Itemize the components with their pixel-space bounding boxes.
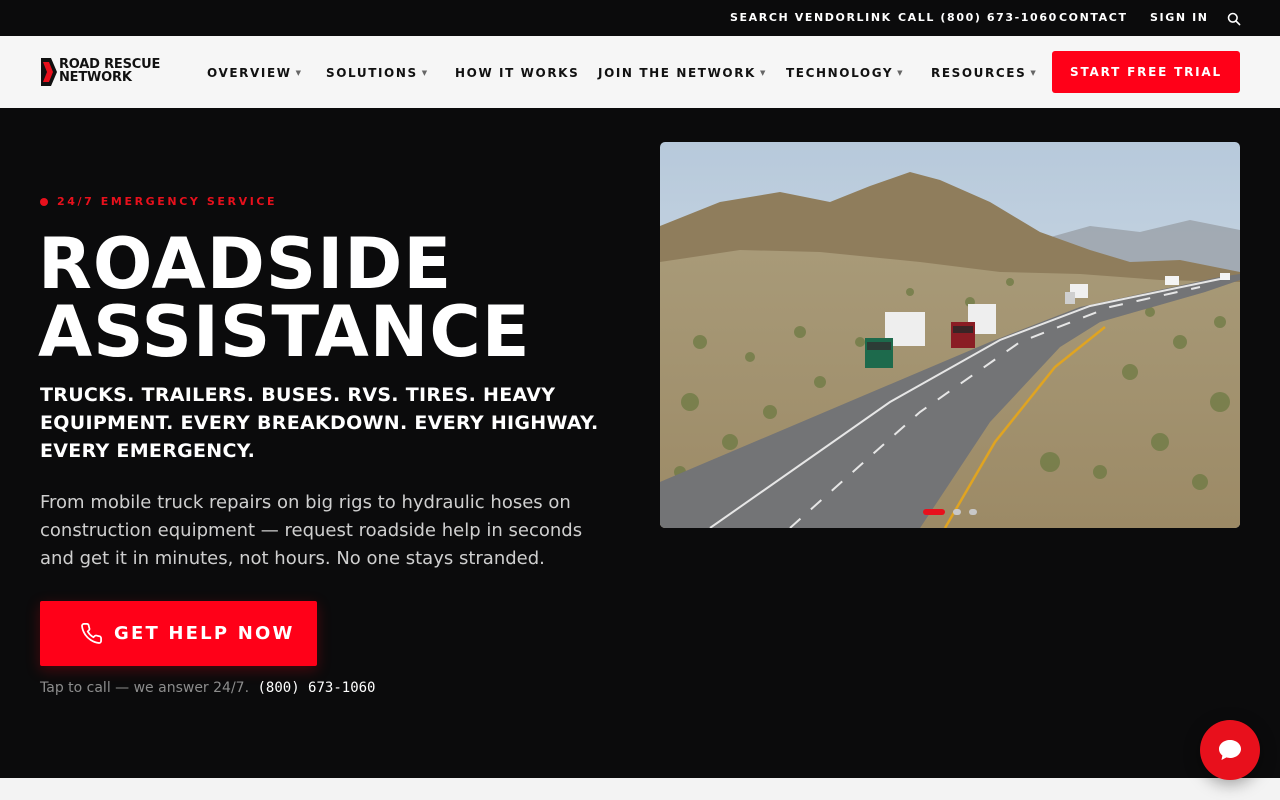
nav-how-it-works[interactable]: HOW IT WORKS bbox=[455, 66, 579, 80]
utility-bar: SEARCH VENDORLINK CALL (800) 673-1060 CO… bbox=[0, 0, 1280, 36]
get-help-now-label: GET HELP NOW bbox=[114, 623, 295, 644]
nav-how-it-works-label: HOW IT WORKS bbox=[455, 66, 580, 80]
nav-resources[interactable]: RESOURCES ▼ bbox=[931, 66, 1036, 80]
tap-to-call-line: Tap to call — we answer 24/7. (800) 673-… bbox=[40, 679, 376, 697]
logo-line-2: NETWORK bbox=[59, 70, 132, 85]
nav-resources-label: RESOURCES bbox=[931, 66, 1027, 80]
logo-mark-icon bbox=[41, 58, 57, 86]
road-rescue-logo[interactable]: ROAD RESCUE NETWORK bbox=[41, 58, 181, 86]
start-free-trial-button[interactable]: START FREE TRIAL bbox=[1052, 51, 1240, 93]
hero-carousel-image[interactable] bbox=[660, 142, 1240, 528]
chevron-down-icon: ▼ bbox=[421, 69, 428, 77]
page-title: ROADSIDE ASSISTANCE bbox=[38, 223, 638, 373]
headline-line-1: ROADSIDE bbox=[38, 223, 453, 305]
nav-overview[interactable]: OVERVIEW ▼ bbox=[207, 66, 301, 80]
tap-to-call-text: Tap to call — we answer 24/7. bbox=[40, 680, 250, 696]
phone-number-link[interactable]: (800) 673-1060 bbox=[257, 680, 375, 696]
call-link[interactable]: CALL (800) 673-1060 bbox=[898, 11, 1058, 25]
carousel-dot[interactable] bbox=[953, 509, 961, 515]
chevron-down-icon: ▼ bbox=[897, 69, 903, 77]
get-help-now-button[interactable]: GET HELP NOW bbox=[40, 601, 317, 666]
chat-bubble-icon bbox=[1219, 740, 1241, 760]
next-section-edge bbox=[0, 778, 1280, 800]
nav-join-the-network[interactable]: JOIN THE NETWORK ▼ bbox=[598, 66, 765, 80]
chevron-down-icon: ▼ bbox=[1030, 69, 1036, 77]
search-vendorlink-link[interactable]: SEARCH VENDORLINK bbox=[730, 11, 892, 25]
logo-wordmark: ROAD RESCUE NETWORK bbox=[59, 58, 160, 84]
hero-subhead: TRUCKS. TRAILERS. BUSES. RVS. TIRES. HEA… bbox=[40, 384, 599, 462]
carousel-dot-active[interactable] bbox=[923, 509, 945, 515]
main-navbar: ROAD RESCUE NETWORK OVERVIEW ▼ SOLUTIONS ▼… bbox=[0, 36, 1280, 108]
carousel-dot[interactable] bbox=[969, 509, 977, 515]
hero-body: From mobile truck repairs on big rigs to… bbox=[40, 492, 583, 569]
nav-solutions[interactable]: SOLUTIONS ▼ bbox=[326, 66, 427, 80]
nav-overview-label: OVERVIEW bbox=[207, 66, 292, 80]
phone-icon bbox=[81, 623, 102, 644]
nav-technology[interactable]: TECHNOLOGY ▼ bbox=[786, 66, 903, 80]
nav-technology-label: TECHNOLOGY bbox=[786, 66, 894, 80]
desert-highway-trucks-image bbox=[660, 142, 1240, 528]
chat-button[interactable] bbox=[1200, 720, 1260, 780]
headline-line-2: ASSISTANCE bbox=[38, 291, 531, 373]
status-dot-icon bbox=[40, 198, 48, 206]
nav-join-label: JOIN THE NETWORK bbox=[598, 66, 756, 80]
chevron-down-icon: ▼ bbox=[759, 69, 766, 77]
eyebrow-text: 24/7 EMERGENCY SERVICE bbox=[57, 195, 278, 208]
chevron-down-icon: ▼ bbox=[295, 69, 301, 77]
sign-in-link[interactable]: SIGN IN bbox=[1150, 11, 1209, 25]
search-icon[interactable] bbox=[1227, 11, 1241, 26]
contact-link[interactable]: CONTACT bbox=[1059, 11, 1128, 25]
nav-solutions-label: SOLUTIONS bbox=[326, 66, 418, 80]
